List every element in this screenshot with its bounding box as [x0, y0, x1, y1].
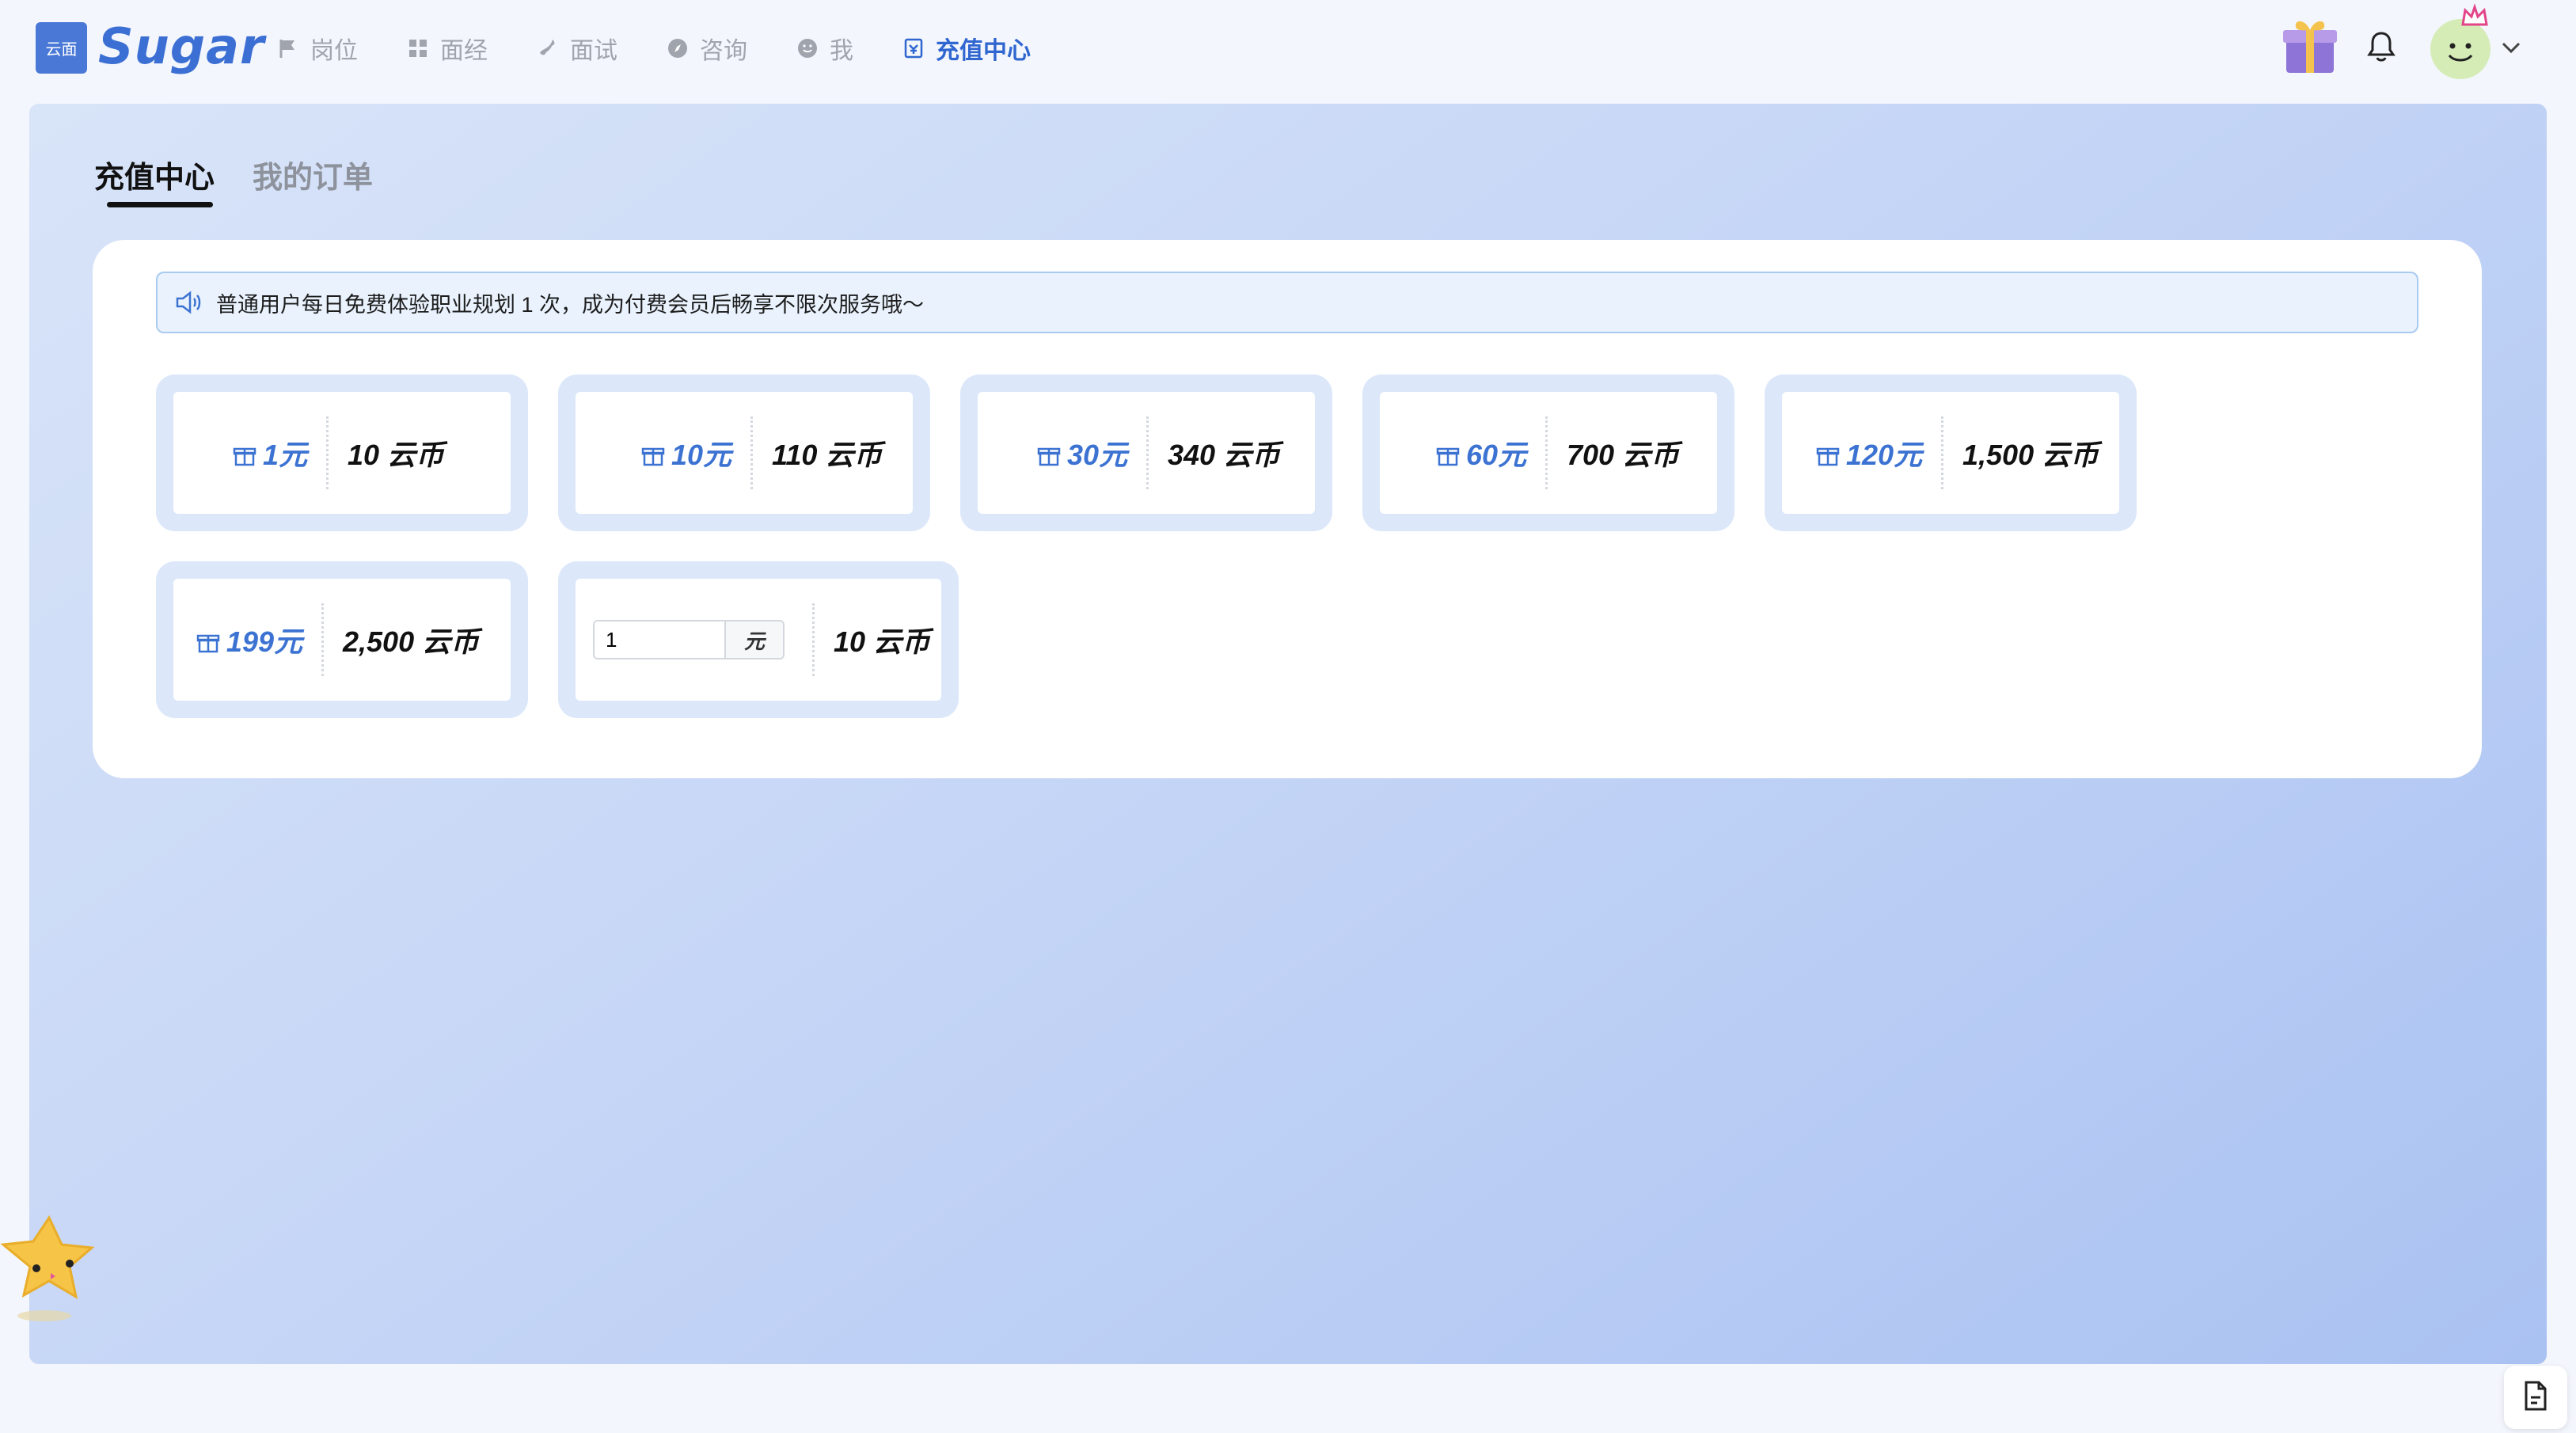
package-1yuan[interactable]: 1元 10 云币	[156, 374, 528, 531]
crown-icon	[2460, 3, 2489, 29]
bell-icon[interactable]	[2364, 29, 2399, 65]
gift-icon	[196, 628, 220, 653]
nav-item-label: 咨询	[700, 38, 747, 64]
gift-icon[interactable]	[2282, 14, 2339, 76]
nav-item-recharge-center[interactable]: 充值中心	[902, 29, 1031, 68]
top-navigation-bar: 云面 Sugar 岗位 面经 面试 咨询 我 充值中心	[0, 0, 2576, 98]
package-coins: 340 云币	[1168, 439, 1281, 471]
package-coins: 1,500 云币	[1962, 439, 2099, 471]
nav-item-interview-notes[interactable]: 面经	[407, 29, 488, 68]
main-nav: 岗位 面经 面试 咨询 我 充值中心	[277, 29, 1080, 68]
package-inner: 1元 10 云币	[173, 392, 511, 514]
nav-item-me[interactable]: 我	[796, 29, 853, 68]
package-price: 30元	[978, 416, 1149, 489]
flag-icon	[277, 37, 299, 59]
gift-icon	[1037, 441, 1061, 466]
gift-icon	[1816, 441, 1840, 466]
custom-amount-field: 元	[593, 620, 785, 659]
phone-icon	[537, 37, 559, 59]
package-10yuan[interactable]: 10元 110 云币	[558, 374, 930, 531]
package-inner: 10元 110 云币	[576, 392, 913, 514]
package-inner: 199元 2,500 云币	[173, 579, 511, 701]
document-button[interactable]	[2504, 1366, 2567, 1429]
nav-item-consult[interactable]: 咨询	[667, 29, 747, 68]
package-inner: 30元 340 云币	[978, 392, 1315, 514]
package-price: 199元	[173, 603, 324, 676]
package-custom[interactable]: 元 10 云币	[558, 561, 959, 718]
document-icon	[2522, 1380, 2549, 1416]
speaker-icon	[175, 291, 202, 314]
nav-item-label: 我	[830, 38, 853, 64]
active-tab-indicator	[107, 202, 213, 207]
gift-icon	[233, 441, 256, 466]
package-120yuan[interactable]: 120元 1,500 云币	[1765, 374, 2137, 531]
nav-item-label: 充值中心	[936, 38, 1031, 64]
grid-icon	[407, 37, 429, 59]
nav-item-interview[interactable]: 面试	[537, 29, 617, 68]
package-coins: 700 云币	[1567, 439, 1680, 471]
currency-unit: 元	[724, 621, 783, 658]
package-coins: 110 云币	[772, 439, 883, 471]
brand-name[interactable]: Sugar	[98, 17, 265, 75]
main-panel: 充值中心 我的订单 普通用户每日免费体验职业规划 1 次，成为付费会员后畅享不限…	[29, 104, 2567, 1429]
package-price: 120元	[1782, 416, 1943, 489]
custom-coins: 10 云币	[834, 625, 931, 658]
logo-icon[interactable]: 云面	[36, 22, 87, 74]
package-price: 1元	[173, 416, 329, 489]
gift-icon	[1436, 441, 1460, 466]
package-price: 60元	[1380, 416, 1548, 489]
package-30yuan[interactable]: 30元 340 云币	[960, 374, 1332, 531]
recharge-card: 普通用户每日免费体验职业规划 1 次，成为付费会员后畅享不限次服务哦～ 1元 1…	[93, 240, 2482, 778]
tab-recharge-center[interactable]: 充值中心	[94, 153, 215, 196]
custom-amount-group: 元	[593, 603, 815, 676]
star-mascot-icon[interactable]	[0, 1213, 104, 1324]
compass-icon	[667, 37, 689, 59]
nav-item-label: 面试	[570, 38, 617, 64]
smile-icon	[796, 37, 819, 59]
chevron-down-icon[interactable]	[2500, 40, 2522, 55]
package-coins: 2,500 云币	[343, 625, 480, 658]
package-199yuan[interactable]: 199元 2,500 云币	[156, 561, 528, 718]
package-inner: 60元 700 云币	[1380, 392, 1717, 514]
notice-text: 普通用户每日免费体验职业规划 1 次，成为付费会员后畅享不限次服务哦～	[216, 292, 925, 317]
tab-bar: 充值中心 我的订单	[94, 153, 411, 196]
package-60yuan[interactable]: 60元 700 云币	[1362, 374, 1734, 531]
nav-item-jobs[interactable]: 岗位	[277, 29, 358, 68]
package-inner: 120元 1,500 云币	[1782, 392, 2119, 514]
package-inner: 元 10 云币	[576, 579, 941, 701]
wallet-icon	[902, 37, 925, 59]
package-coins: 10 云币	[348, 439, 445, 471]
tab-my-orders[interactable]: 我的订单	[253, 153, 373, 196]
custom-amount-input[interactable]	[595, 621, 724, 658]
nav-item-label: 岗位	[310, 38, 358, 64]
gift-icon	[641, 441, 665, 466]
notice-banner: 普通用户每日免费体验职业规划 1 次，成为付费会员后畅享不限次服务哦～	[156, 272, 2418, 333]
nav-item-label: 面经	[440, 38, 488, 64]
package-price: 10元	[576, 416, 753, 489]
